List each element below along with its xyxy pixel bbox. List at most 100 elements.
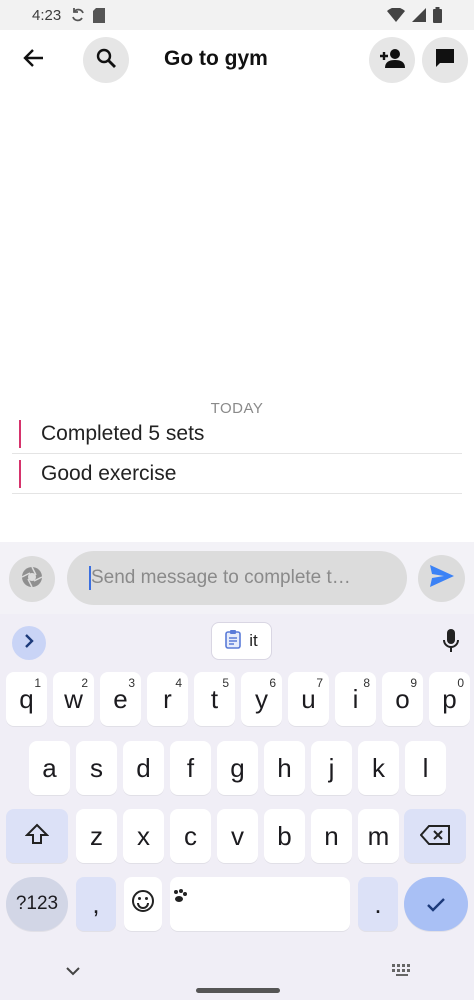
key-label: g <box>230 752 245 783</box>
backspace-icon <box>419 821 450 852</box>
status-bar: 4:23 <box>0 0 474 30</box>
key-c[interactable]: c <box>170 809 211 863</box>
key-label: e <box>113 683 128 714</box>
key-y[interactable]: y6 <box>241 672 282 726</box>
key-a[interactable]: a <box>29 741 70 795</box>
key-p[interactable]: p0 <box>429 672 470 726</box>
key-label: z <box>90 820 103 851</box>
add-person-button[interactable] <box>369 37 415 83</box>
message-accent-bar <box>19 419 21 448</box>
symbols-key[interactable]: ?123 <box>6 877 68 931</box>
message-item[interactable]: Completed 5 sets <box>12 414 462 454</box>
key-m[interactable]: m <box>358 809 399 863</box>
key-label: t <box>210 683 219 714</box>
backspace-key[interactable] <box>404 809 466 863</box>
person-add-icon <box>379 48 405 73</box>
key-label: i <box>352 683 359 714</box>
key-label: q <box>19 683 34 714</box>
key-hint: 6 <box>269 676 276 690</box>
key-f[interactable]: f <box>170 741 211 795</box>
key-d[interactable]: d <box>123 741 164 795</box>
key-s[interactable]: s <box>76 741 117 795</box>
key-hint: 9 <box>410 676 417 690</box>
keyboard-icon <box>391 963 413 982</box>
chevron-right-icon <box>23 633 35 653</box>
message-composer: Send message to complete t… <box>0 542 474 614</box>
space-key[interactable] <box>170 877 350 931</box>
navigation-bar <box>0 950 474 1000</box>
chat-button[interactable] <box>422 37 468 83</box>
key-hint: 0 <box>457 676 464 690</box>
comma-key[interactable]: , <box>76 877 116 931</box>
key-label: n <box>324 820 339 851</box>
key-q[interactable]: q1 <box>6 672 47 726</box>
key-z[interactable]: z <box>76 809 117 863</box>
sd-card-icon <box>93 7 106 23</box>
chat-bubble-icon <box>434 47 456 74</box>
key-n[interactable]: n <box>311 809 352 863</box>
message-input[interactable]: Send message to complete t… <box>67 551 407 605</box>
emoji-key[interactable] <box>124 877 162 931</box>
key-hint: 5 <box>222 676 229 690</box>
key-label: d <box>136 752 151 783</box>
key-label: b <box>277 820 292 851</box>
key-t[interactable]: t5 <box>194 672 235 726</box>
key-r[interactable]: r4 <box>147 672 188 726</box>
paw-icon <box>172 879 188 910</box>
period-key[interactable]: . <box>358 877 398 931</box>
shift-key[interactable] <box>6 809 68 863</box>
keyboard-toolbar: it <box>0 614 474 670</box>
clipboard-suggestion[interactable]: it <box>211 622 272 660</box>
keyboard-expand-button[interactable] <box>12 626 46 660</box>
message-item[interactable]: Good exercise <box>12 454 462 494</box>
key-v[interactable]: v <box>217 809 258 863</box>
hide-keyboard-button[interactable] <box>63 962 83 982</box>
key-label: a <box>42 752 57 783</box>
search-button[interactable] <box>83 37 129 83</box>
camera-aperture-icon <box>20 565 44 594</box>
key-hint: 8 <box>363 676 370 690</box>
key-label: v <box>231 820 244 851</box>
voice-input-button[interactable] <box>436 626 466 660</box>
key-label: m <box>367 820 390 851</box>
key-hint: 3 <box>128 676 135 690</box>
key-i[interactable]: i8 <box>335 672 376 726</box>
key-k[interactable]: k <box>358 741 399 795</box>
key-x[interactable]: x <box>123 809 164 863</box>
home-gesture-handle[interactable] <box>196 988 280 993</box>
enter-key[interactable] <box>404 877 468 931</box>
key-g[interactable]: g <box>217 741 258 795</box>
message-accent-bar <box>19 459 21 488</box>
battery-icon <box>433 7 442 23</box>
arrow-back-icon <box>23 47 45 74</box>
send-button[interactable] <box>418 555 465 602</box>
chevron-down-icon <box>66 963 80 981</box>
key-o[interactable]: o9 <box>382 672 423 726</box>
shift-icon <box>24 821 50 852</box>
clipboard-icon <box>225 629 242 654</box>
key-label: p <box>442 683 457 714</box>
status-time: 4:23 <box>32 6 62 24</box>
key-b[interactable]: b <box>264 809 305 863</box>
key-label: u <box>301 683 316 714</box>
keyboard-switcher-button[interactable] <box>390 962 414 982</box>
back-button[interactable] <box>12 38 56 82</box>
key-label: j <box>328 752 335 783</box>
key-label: o <box>395 683 410 714</box>
emoji-icon <box>131 889 155 920</box>
key-label: k <box>372 752 385 783</box>
camera-button[interactable] <box>9 556 55 602</box>
key-u[interactable]: u7 <box>288 672 329 726</box>
key-hint: 2 <box>81 676 88 690</box>
key-label: x <box>137 820 150 851</box>
suggestion-text: it <box>249 631 258 650</box>
key-h[interactable]: h <box>264 741 305 795</box>
signal-icon <box>412 8 426 22</box>
send-icon <box>429 565 454 592</box>
key-j[interactable]: j <box>311 741 352 795</box>
key-e[interactable]: e3 <box>100 672 141 726</box>
key-w[interactable]: w2 <box>53 672 94 726</box>
message-list: TODAY Completed 5 sets Good exercise <box>0 92 474 542</box>
key-l[interactable]: l <box>405 741 446 795</box>
key-label: h <box>277 752 292 783</box>
